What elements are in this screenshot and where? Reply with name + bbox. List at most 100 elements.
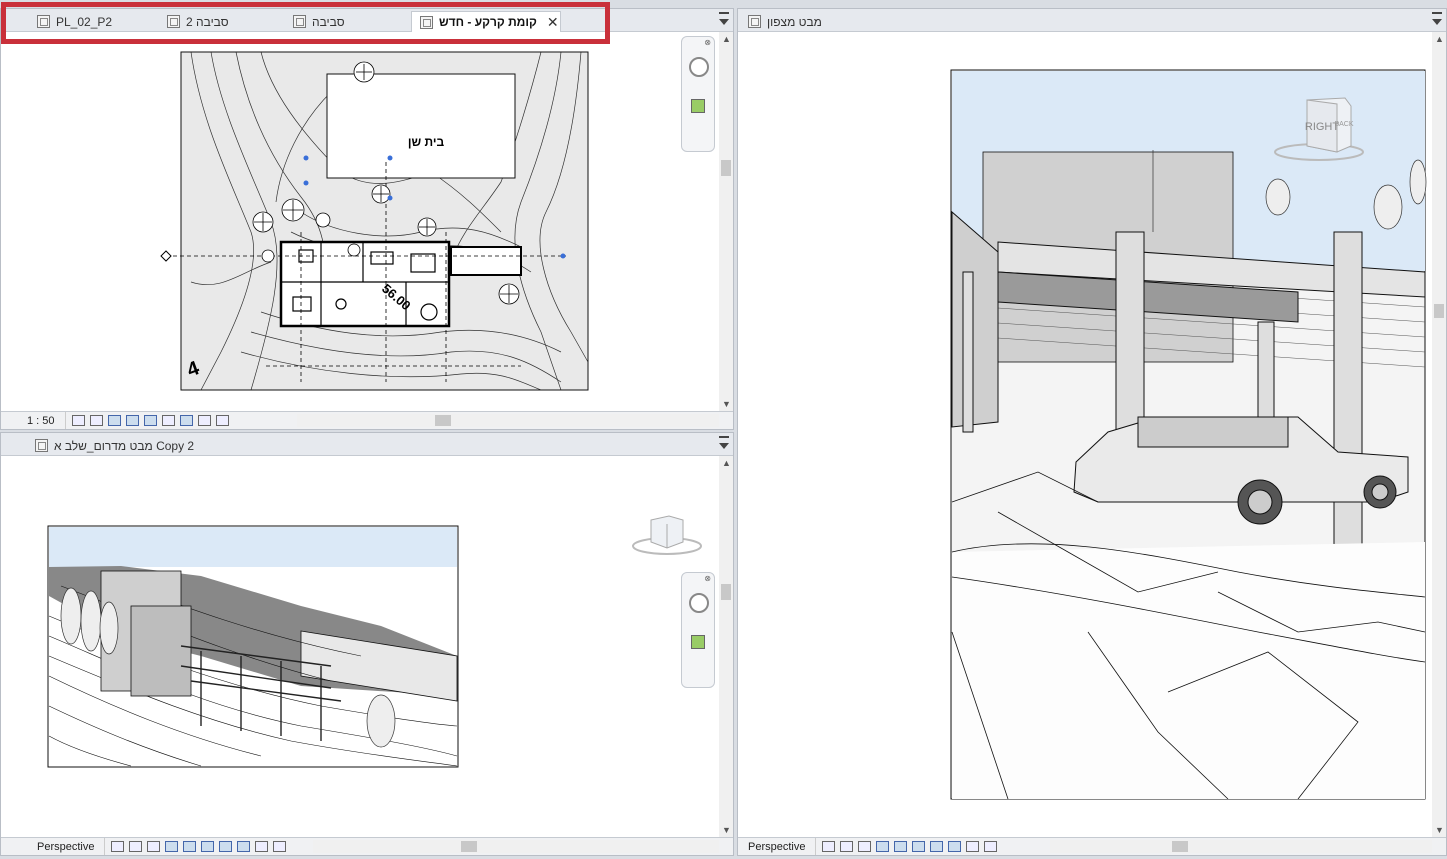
shadows-icon[interactable] bbox=[165, 841, 179, 852]
show-crop-region-icon[interactable] bbox=[219, 841, 233, 852]
north-perspective-tabbar: מבט מצפון bbox=[738, 9, 1446, 32]
tab-pl-02-p2[interactable]: PL_02_P2 bbox=[29, 11, 120, 32]
view-controls bbox=[816, 841, 998, 852]
temporary-hide-icon[interactable] bbox=[197, 415, 211, 426]
floor-plan-vertical-scrollbar[interactable]: ▲ ▼ bbox=[719, 32, 733, 411]
shadows-icon[interactable] bbox=[125, 415, 139, 426]
floor-plan-view-icon bbox=[37, 15, 50, 28]
scroll-thumb[interactable] bbox=[721, 584, 731, 600]
temporary-hide-icon[interactable] bbox=[255, 841, 269, 852]
zoom-region-icon[interactable] bbox=[691, 635, 705, 649]
steering-wheel-icon[interactable] bbox=[689, 593, 709, 613]
tab-list-dropdown-icon[interactable] bbox=[719, 19, 729, 25]
3d-view-icon bbox=[748, 15, 761, 28]
navbar-close-icon[interactable]: ⊗ bbox=[704, 574, 711, 583]
projection-mode[interactable]: Perspective bbox=[1, 838, 106, 855]
floor-plan-view-icon bbox=[167, 15, 180, 28]
detail-level-icon[interactable] bbox=[822, 841, 836, 852]
scroll-up-icon[interactable]: ▲ bbox=[1435, 34, 1444, 44]
tab-label: מבט מדרום_שלב א Copy 2 bbox=[54, 438, 195, 453]
shadows-icon[interactable] bbox=[876, 841, 890, 852]
south-perspective-canvas[interactable]: ⊗ ▲ ▼ bbox=[1, 456, 733, 855]
north-perspective-pane: מבט מצפון RIGHT BACK ▲ ▼ Perspective bbox=[737, 8, 1447, 856]
reveal-hidden-icon[interactable] bbox=[273, 841, 287, 852]
view-cube[interactable]: RIGHT BACK bbox=[1273, 96, 1365, 164]
scroll-thumb[interactable] bbox=[721, 160, 731, 176]
floor-plan-pane: PL_02_P2 סביבה 2 סביבה קומת קרקע - חדש ✕ bbox=[0, 8, 734, 430]
view-controls bbox=[105, 841, 287, 852]
zoom-region-icon[interactable] bbox=[691, 99, 705, 113]
scroll-thumb[interactable] bbox=[1434, 304, 1444, 318]
south-perspective-pane: מבט מדרום_שלב א Copy 2 ⊗ ▲ ▼ Perspective bbox=[0, 432, 734, 856]
crop-view-icon[interactable] bbox=[143, 415, 157, 426]
show-crop-region-icon[interactable] bbox=[161, 415, 175, 426]
projection-mode[interactable]: Perspective bbox=[738, 838, 817, 855]
render-icon[interactable] bbox=[894, 841, 908, 852]
scroll-down-icon[interactable]: ▼ bbox=[722, 825, 731, 835]
navigation-bar-3d[interactable]: ⊗ bbox=[681, 572, 715, 688]
north-perspective-view-control-bar: Perspective bbox=[738, 837, 1446, 855]
north-perspective-horizontal-scrollbar[interactable] bbox=[1050, 840, 1432, 853]
floor-plan-view-icon bbox=[293, 15, 306, 28]
tab-north-view[interactable]: מבט מצפון bbox=[740, 11, 830, 32]
tab-south-view-copy-2[interactable]: מבט מדרום_שלב א Copy 2 bbox=[27, 435, 202, 456]
tab-label: מבט מצפון bbox=[767, 14, 822, 29]
building-label: בית שן bbox=[408, 135, 445, 149]
south-perspective-horizontal-scrollbar[interactable] bbox=[313, 840, 719, 853]
tab-environment[interactable]: סביבה bbox=[285, 11, 353, 32]
tab-label: סביבה 2 bbox=[186, 14, 229, 29]
tab-ground-floor-new[interactable]: קומת קרקע - חדש ✕ bbox=[411, 11, 561, 32]
scroll-up-icon[interactable]: ▲ bbox=[722, 458, 731, 468]
scroll-thumb[interactable] bbox=[1172, 841, 1188, 852]
floor-plan-horizontal-scrollbar[interactable] bbox=[297, 414, 719, 427]
view-scale[interactable]: 1 : 50 bbox=[1, 412, 66, 429]
floor-plan-canvas[interactable]: בית שן 56.00 4 ⊗ ▲ ▼ bbox=[1, 32, 733, 429]
lock-view-icon[interactable] bbox=[237, 841, 251, 852]
view-cube-back-face[interactable]: BACK bbox=[1334, 121, 1353, 128]
sun-path-icon[interactable] bbox=[147, 841, 161, 852]
temporary-hide-icon[interactable] bbox=[966, 841, 980, 852]
show-crop-region-icon[interactable] bbox=[930, 841, 944, 852]
tab-label: קומת קרקע - חדש bbox=[439, 15, 537, 29]
north-perspective-vertical-scrollbar[interactable]: ▲ ▼ bbox=[1432, 32, 1446, 837]
view-controls bbox=[66, 415, 229, 426]
south-perspective-render bbox=[47, 525, 459, 768]
south-perspective-tabbar: מבט מדרום_שלב א Copy 2 bbox=[1, 433, 733, 456]
south-perspective-view-control-bar: Perspective bbox=[1, 837, 733, 855]
floor-plan-view-control-bar: 1 : 50 bbox=[1, 411, 733, 429]
tab-overflow-bar bbox=[719, 436, 729, 438]
tab-overflow-bar bbox=[719, 12, 729, 14]
visual-style-icon[interactable] bbox=[89, 415, 103, 426]
tab-list-dropdown-icon[interactable] bbox=[719, 443, 729, 449]
scroll-thumb[interactable] bbox=[461, 841, 477, 852]
scroll-thumb[interactable] bbox=[435, 415, 451, 426]
floor-plan-view-icon bbox=[420, 15, 433, 29]
floor-plan-tabbar: PL_02_P2 סביבה 2 סביבה קומת קרקע - חדש ✕ bbox=[1, 9, 733, 32]
navbar-close-icon[interactable]: ⊗ bbox=[704, 38, 711, 47]
scroll-down-icon[interactable]: ▼ bbox=[722, 399, 731, 409]
reveal-hidden-icon[interactable] bbox=[215, 415, 229, 426]
scroll-up-icon[interactable]: ▲ bbox=[722, 34, 731, 44]
crop-view-icon[interactable] bbox=[201, 841, 215, 852]
detail-level-icon[interactable] bbox=[111, 841, 125, 852]
north-perspective-canvas[interactable]: RIGHT BACK ▲ ▼ bbox=[738, 32, 1446, 855]
sun-path-icon[interactable] bbox=[107, 415, 121, 426]
visual-style-icon[interactable] bbox=[840, 841, 854, 852]
visual-style-icon[interactable] bbox=[129, 841, 143, 852]
steering-wheel-2d-icon[interactable] bbox=[689, 57, 709, 77]
reveal-hidden-icon[interactable] bbox=[984, 841, 998, 852]
lock-view-icon[interactable] bbox=[948, 841, 962, 852]
lock-view-icon[interactable] bbox=[179, 415, 193, 426]
sun-path-icon[interactable] bbox=[858, 841, 872, 852]
3d-view-icon bbox=[35, 439, 48, 452]
crop-view-icon[interactable] bbox=[912, 841, 926, 852]
detail-level-icon[interactable] bbox=[71, 415, 85, 426]
scroll-down-icon[interactable]: ▼ bbox=[1435, 825, 1444, 835]
tab-list-dropdown-icon[interactable] bbox=[1432, 19, 1442, 25]
close-tab-icon[interactable]: ✕ bbox=[547, 14, 559, 31]
view-cube[interactable] bbox=[631, 512, 703, 558]
render-icon[interactable] bbox=[183, 841, 197, 852]
south-perspective-vertical-scrollbar[interactable]: ▲ ▼ bbox=[719, 456, 733, 837]
tab-environment-2[interactable]: סביבה 2 bbox=[159, 11, 237, 32]
navigation-bar-2d[interactable]: ⊗ bbox=[681, 36, 715, 152]
